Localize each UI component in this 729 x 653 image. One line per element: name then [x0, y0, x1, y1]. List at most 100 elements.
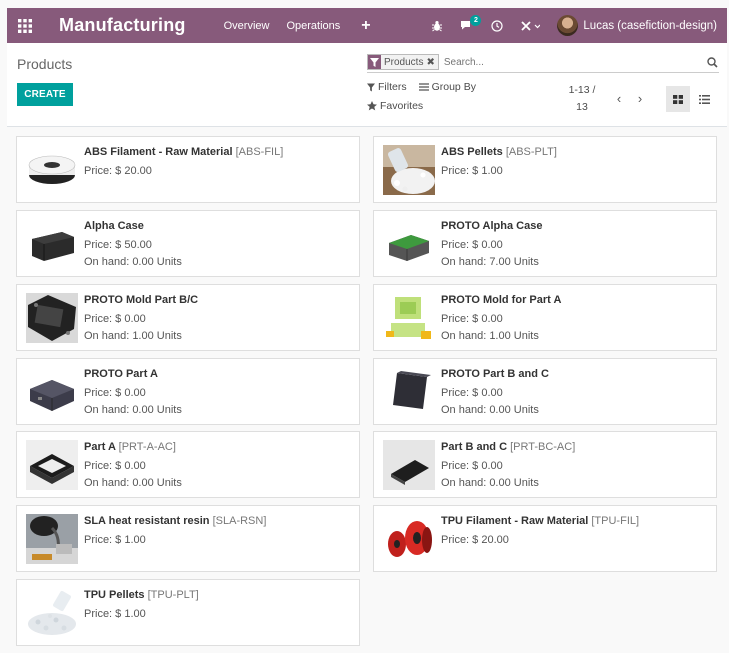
product-name-text: PROTO Mold for Part A [441, 294, 562, 306]
product-image [26, 514, 78, 564]
product-name-text: Part B and C [441, 441, 508, 453]
product-info: Alpha Case Price: $ 50.00 On hand: 0.00 Un… [84, 220, 353, 268]
product-image [383, 293, 435, 343]
product-info: PROTO Alpha Case Price: $ 0.00 On hand: 7.… [441, 220, 710, 268]
search-bar: Products ✖ [367, 52, 719, 73]
favorites-label: Favorites [380, 100, 424, 112]
product-price: Price: $ 0.00 [84, 313, 146, 325]
product-card[interactable]: Part A [PRT-A-AC] Price: $ 0.00 On hand: 0… [16, 431, 360, 498]
product-card[interactable]: PROTO Alpha Case Price: $ 0.00 On hand: 7.… [373, 210, 717, 277]
create-button[interactable]: CREATE [17, 83, 73, 106]
breadcrumb-title: Products [17, 56, 73, 72]
product-info: PROTO Part A Price: $ 0.00 On hand: 0.00 U… [84, 368, 353, 416]
product-name: PROTO Part A [84, 368, 353, 380]
product-card[interactable]: SLA heat resistant resin [SLA-RSN] Price:… [16, 505, 360, 572]
debug-bug-icon[interactable] [427, 16, 447, 36]
product-name: ABS Filament - Raw Material [ABS-FIL] [84, 146, 353, 158]
tools-dropdown-icon[interactable] [517, 16, 543, 36]
product-price: Price: $ 0.00 [441, 460, 503, 472]
clock-icon[interactable] [487, 16, 507, 36]
product-image [26, 293, 78, 343]
product-name: Part B and C [PRT-BC-AC] [441, 441, 710, 453]
product-reference: [ABS-FIL] [235, 146, 284, 158]
facet-label: Products [381, 55, 427, 69]
product-card[interactable]: TPU Filament - Raw Material [TPU-FIL] Pri… [373, 505, 717, 572]
search-icon[interactable] [705, 55, 719, 69]
product-on-hand: On hand: 1.00 Units [441, 330, 539, 342]
product-price: Price: $ 50.00 [84, 239, 152, 251]
product-on-hand: On hand: 0.00 Units [441, 404, 539, 416]
product-name: PROTO Alpha Case [441, 220, 710, 232]
pager-previous-icon[interactable]: ‹ [612, 91, 626, 106]
remove-facet-icon[interactable]: ✖ [426, 55, 438, 69]
product-image [26, 367, 78, 417]
product-info: Part B and C [PRT-BC-AC] Price: $ 0.00 On … [441, 441, 710, 489]
filters-button[interactable]: Filters [367, 81, 407, 93]
chat-icon[interactable]: 2 [457, 14, 482, 36]
product-image [26, 440, 78, 490]
product-name: PROTO Part B and C [441, 368, 710, 380]
product-card[interactable]: Part B and C [PRT-BC-AC] Price: $ 0.00 On … [373, 431, 717, 498]
product-name-text: Part A [84, 441, 116, 453]
favorites-button[interactable]: Favorites [367, 100, 423, 112]
product-name-text: TPU Filament - Raw Material [441, 515, 589, 527]
filters-label: Filters [378, 81, 407, 93]
group-by-button[interactable]: Group By [418, 81, 476, 93]
product-price: Price: $ 0.00 [441, 387, 503, 399]
product-card[interactable]: ABS Filament - Raw Material [ABS-FIL] Pri… [16, 136, 360, 203]
control-panel: Products CREATE Products ✖ Filters Group… [7, 43, 727, 127]
product-image [26, 145, 78, 195]
product-image [383, 440, 435, 490]
product-info: Part A [PRT-A-AC] Price: $ 0.00 On hand: 0… [84, 441, 353, 489]
product-image [26, 219, 78, 269]
product-info: SLA heat resistant resin [SLA-RSN] Price:… [84, 515, 353, 546]
product-card[interactable]: PROTO Part A Price: $ 0.00 On hand: 0.00 U… [16, 358, 360, 425]
product-info: TPU Pellets [TPU-PLT] Price: $ 1.00 [84, 589, 353, 620]
menu-overview[interactable]: Overview [224, 20, 270, 32]
product-price: Price: $ 1.00 [84, 534, 146, 546]
kanban-view-icon[interactable] [666, 86, 690, 112]
list-view-icon[interactable] [692, 86, 716, 112]
user-name[interactable]: Lucas (casefiction-design) [583, 20, 717, 32]
product-image [26, 588, 78, 638]
pager-value[interactable]: 1-13 / 13 [568, 82, 596, 116]
product-name: Part A [PRT-A-AC] [84, 441, 353, 453]
product-on-hand: On hand: 7.00 Units [441, 256, 539, 268]
product-reference: [ABS-PLT] [505, 146, 557, 158]
product-reference: [SLA-RSN] [212, 515, 267, 527]
chat-badge: 2 [470, 14, 482, 26]
product-image [383, 219, 435, 269]
product-name-text: PROTO Mold Part B/C [84, 294, 199, 306]
product-name: TPU Filament - Raw Material [TPU-FIL] [441, 515, 710, 527]
product-card[interactable]: PROTO Mold for Part A Price: $ 0.00 On han… [373, 284, 717, 351]
product-name-text: ABS Filament - Raw Material [84, 146, 233, 158]
product-card[interactable]: PROTO Part B and C Price: $ 0.00 On hand: … [373, 358, 717, 425]
product-name-text: Alpha Case [84, 220, 144, 232]
apps-menu-icon[interactable] [7, 8, 43, 43]
user-avatar[interactable] [557, 15, 579, 36]
group-by-icon [418, 83, 429, 91]
product-info: PROTO Part B and C Price: $ 0.00 On hand: … [441, 368, 710, 416]
product-name: PROTO Mold Part B/C [84, 294, 353, 306]
product-price: Price: $ 0.00 [441, 239, 503, 251]
product-reference: [PRT-A-AC] [118, 441, 176, 453]
product-name: PROTO Mold for Part A [441, 294, 710, 306]
product-info: PROTO Mold Part B/C Price: $ 0.00 On hand:… [84, 294, 353, 342]
product-reference: [PRT-BC-AC] [510, 441, 576, 453]
product-card[interactable]: Alpha Case Price: $ 50.00 On hand: 0.00 Un… [16, 210, 360, 277]
product-price: Price: $ 20.00 [441, 534, 509, 546]
product-card[interactable]: PROTO Mold Part B/C Price: $ 0.00 On hand:… [16, 284, 360, 351]
menu-operations[interactable]: Operations [286, 20, 340, 32]
pager-next-icon[interactable]: › [633, 91, 647, 106]
product-card[interactable]: ABS Pellets [ABS-PLT] Price: $ 1.00 [373, 136, 717, 203]
product-card[interactable]: TPU Pellets [TPU-PLT] Price: $ 1.00 [16, 579, 360, 646]
search-facet-products[interactable]: Products ✖ [367, 54, 439, 70]
app-name[interactable]: Manufacturing [59, 15, 186, 36]
product-info: ABS Pellets [ABS-PLT] Price: $ 1.00 [441, 146, 710, 177]
pager-range: 1-13 / [568, 84, 596, 96]
search-input[interactable] [443, 56, 705, 68]
product-name-text: PROTO Alpha Case [441, 220, 543, 232]
more-menu-button[interactable]: + [361, 17, 370, 35]
product-on-hand: On hand: 0.00 Units [84, 477, 182, 489]
product-name-text: PROTO Part B and C [441, 368, 549, 380]
